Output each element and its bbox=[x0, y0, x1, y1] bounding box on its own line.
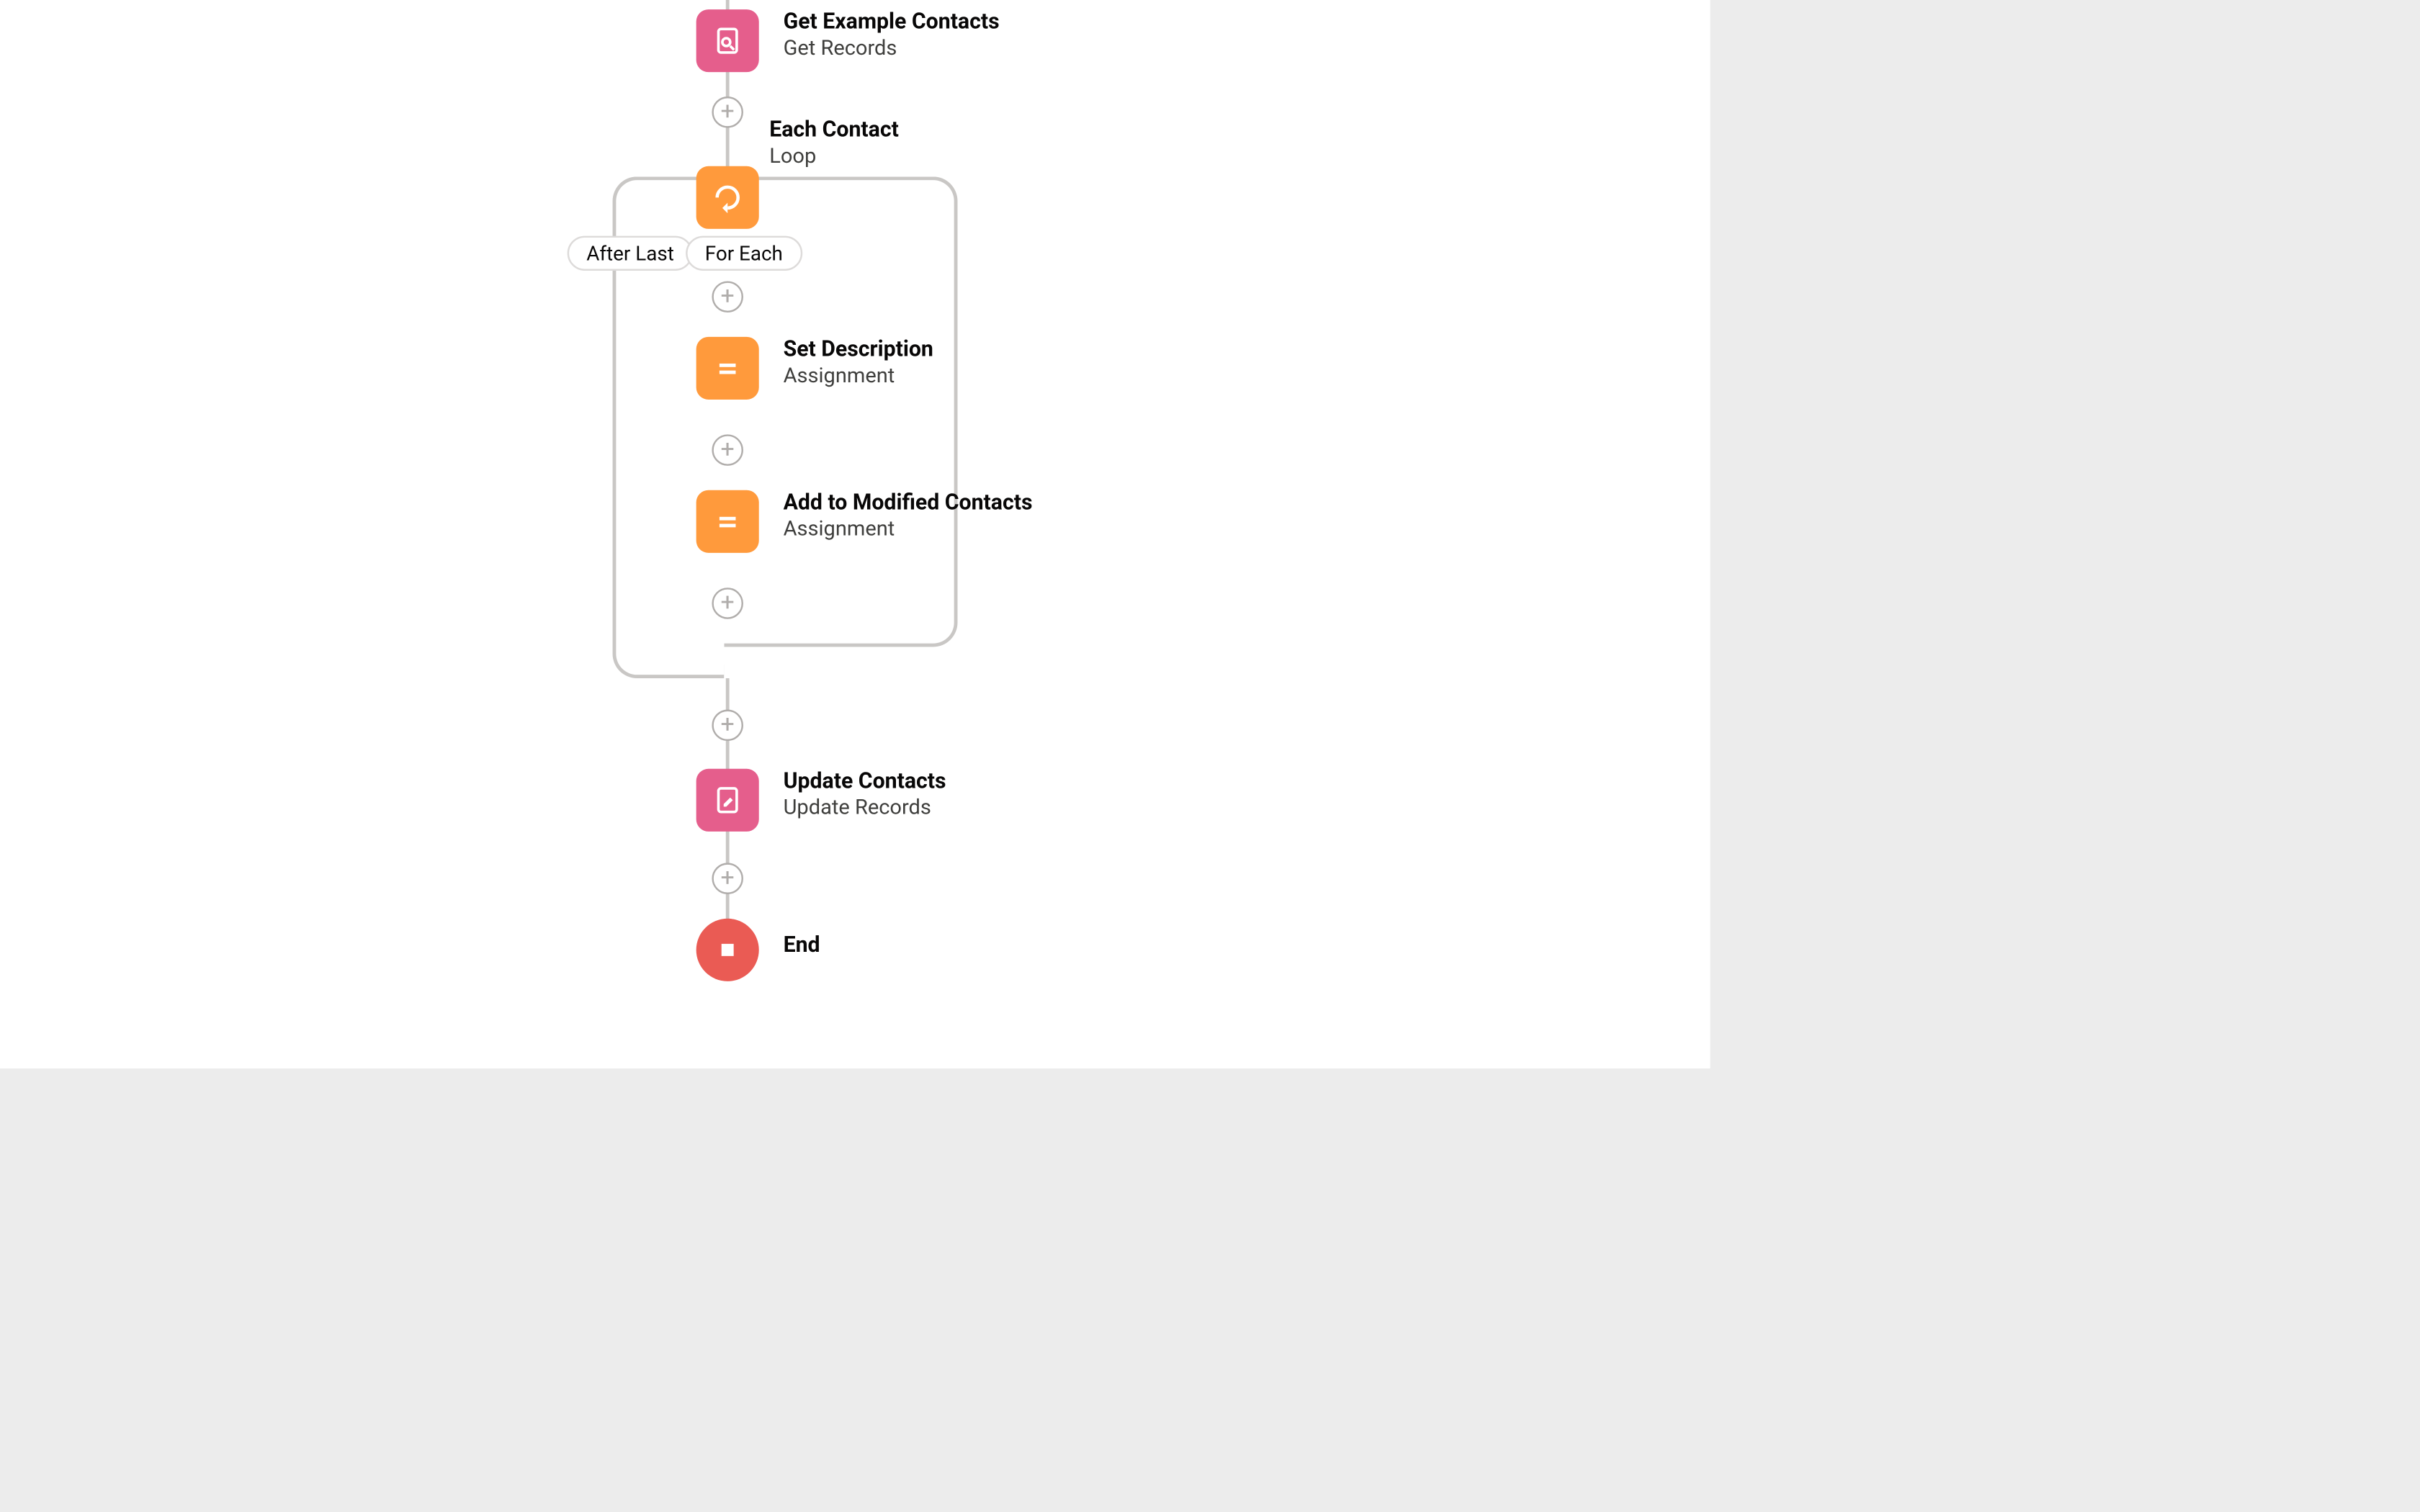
add-element-button[interactable]: + bbox=[712, 434, 743, 466]
add-element-button[interactable]: + bbox=[712, 710, 743, 742]
add-element-button[interactable]: + bbox=[712, 863, 743, 894]
node-assignment-set-description[interactable]: Set DescriptionAssignment bbox=[696, 337, 933, 400]
node-update-records[interactable]: Update ContactsUpdate Records bbox=[696, 769, 946, 832]
stop-icon bbox=[696, 919, 759, 981]
add-element-button[interactable]: + bbox=[712, 281, 743, 312]
flow-canvas[interactable]: Autolaunched FlowStart + Get Example Con… bbox=[0, 0, 1710, 1068]
node-end[interactable]: End bbox=[696, 919, 820, 981]
node-get-records[interactable]: Get Example ContactsGet Records bbox=[696, 9, 1000, 72]
add-element-button[interactable]: + bbox=[712, 588, 743, 619]
equals-icon bbox=[696, 337, 759, 400]
loop-icon bbox=[696, 166, 759, 229]
clipboard-search-icon bbox=[696, 9, 759, 72]
branch-label-for-each: For Each bbox=[686, 236, 802, 271]
node-loop[interactable] bbox=[696, 166, 759, 229]
add-element-button[interactable]: + bbox=[712, 96, 743, 128]
clipboard-edit-icon bbox=[696, 769, 759, 832]
branch-label-after-last: After Last bbox=[568, 236, 694, 271]
node-assignment-add-modified[interactable]: Add to Modified ContactsAssignment bbox=[696, 490, 1033, 553]
equals-icon bbox=[696, 490, 759, 553]
